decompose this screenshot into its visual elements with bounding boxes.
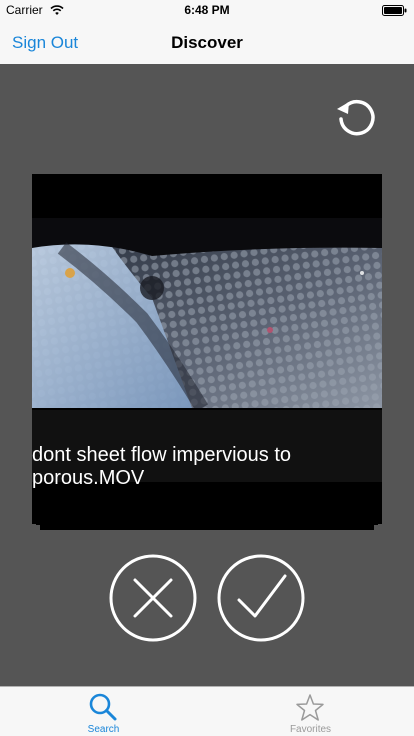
status-bar: Carrier 6:48 PM — [0, 0, 414, 20]
page-title: Discover — [171, 33, 243, 52]
battery-icon — [382, 5, 407, 16]
search-icon — [89, 693, 117, 721]
video-card-stack: dont sheet flow impervious to porous.MOV — [32, 174, 382, 530]
reject-button[interactable] — [109, 554, 197, 642]
navigation-bar: Sign Out Discover — [0, 20, 414, 64]
tab-search-label: Search — [87, 724, 120, 735]
video-title: dont sheet flow impervious to porous.MOV — [32, 444, 292, 489]
star-icon — [296, 694, 324, 721]
tab-favorites-label: Favorites — [289, 724, 332, 735]
tab-search[interactable]: Search — [0, 687, 207, 736]
video-card[interactable]: dont sheet flow impervious to porous.MOV — [32, 174, 382, 524]
tab-bar: Search Favorites — [0, 686, 414, 736]
video-thumbnail — [32, 218, 382, 408]
tab-favorites[interactable]: Favorites — [207, 687, 414, 736]
status-time: 6:48 PM — [184, 3, 230, 17]
refresh-icon[interactable] — [333, 96, 379, 142]
accept-button[interactable] — [217, 554, 305, 642]
